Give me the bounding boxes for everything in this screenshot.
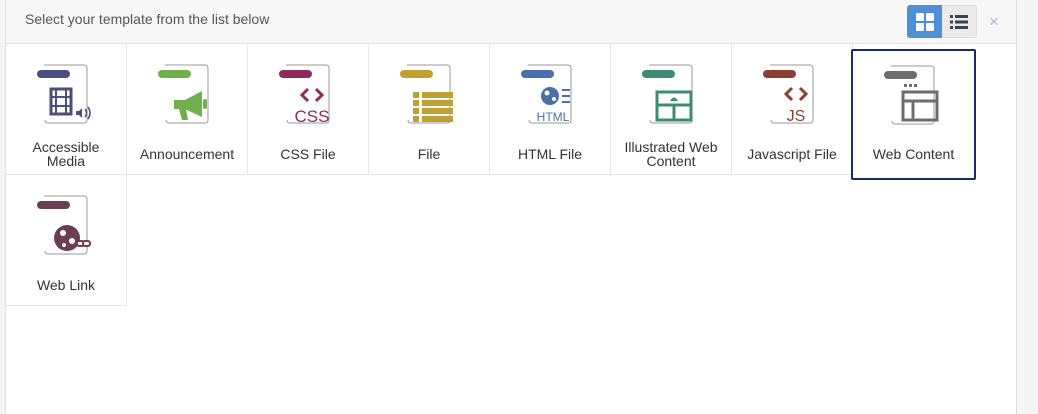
template-label: Javascript File — [747, 146, 837, 162]
template-label: Illustrated Web Content — [624, 139, 718, 169]
template-label: Web Content — [872, 146, 955, 162]
template-announcement[interactable]: Announcement — [127, 44, 248, 175]
announcement-icon — [158, 64, 209, 124]
javascript-file-icon: JS — [763, 64, 814, 125]
list-icon — [950, 14, 968, 29]
template-illustrated-web-content[interactable]: Illustrated Web Content — [611, 44, 732, 175]
view-toggle — [907, 5, 977, 38]
close-icon[interactable]: × — [986, 12, 1002, 32]
list-view-button[interactable] — [942, 5, 977, 38]
template-accessible-media[interactable]: Accessible Media — [6, 44, 127, 175]
template-css-file[interactable]: CSS CSS File — [248, 44, 369, 175]
template-javascript-file[interactable]: JS Javascript File — [732, 44, 853, 175]
web-link-icon — [37, 195, 91, 255]
grid-icon — [915, 12, 934, 31]
svg-text:JS: JS — [787, 108, 806, 125]
template-label: Web Link — [36, 277, 96, 293]
template-picker-panel: Select your template from the list below — [5, 0, 1017, 414]
accessible-media-icon — [37, 64, 91, 124]
template-file[interactable]: File — [369, 44, 490, 175]
template-label: Accessible Media — [32, 139, 100, 169]
web-content-icon — [884, 65, 939, 125]
template-html-file[interactable]: HTML HTML File — [490, 44, 611, 175]
template-web-content[interactable]: Web Content — [851, 49, 976, 180]
grid-view-button[interactable] — [907, 5, 942, 38]
css-file-icon: CSS — [279, 64, 330, 126]
template-label: HTML File — [517, 146, 583, 162]
template-label: File — [417, 146, 441, 162]
picker-header: Select your template from the list below — [6, 0, 1016, 44]
html-file-icon: HTML — [521, 64, 572, 124]
svg-text:CSS: CSS — [295, 107, 330, 126]
file-icon — [400, 64, 453, 124]
picker-title: Select your template from the list below — [25, 11, 270, 27]
template-label: Announcement — [139, 146, 235, 162]
template-web-link[interactable]: Web Link — [6, 175, 127, 306]
template-label: CSS File — [280, 146, 336, 162]
svg-text:HTML: HTML — [537, 110, 570, 124]
illustrated-web-content-icon — [642, 64, 693, 124]
